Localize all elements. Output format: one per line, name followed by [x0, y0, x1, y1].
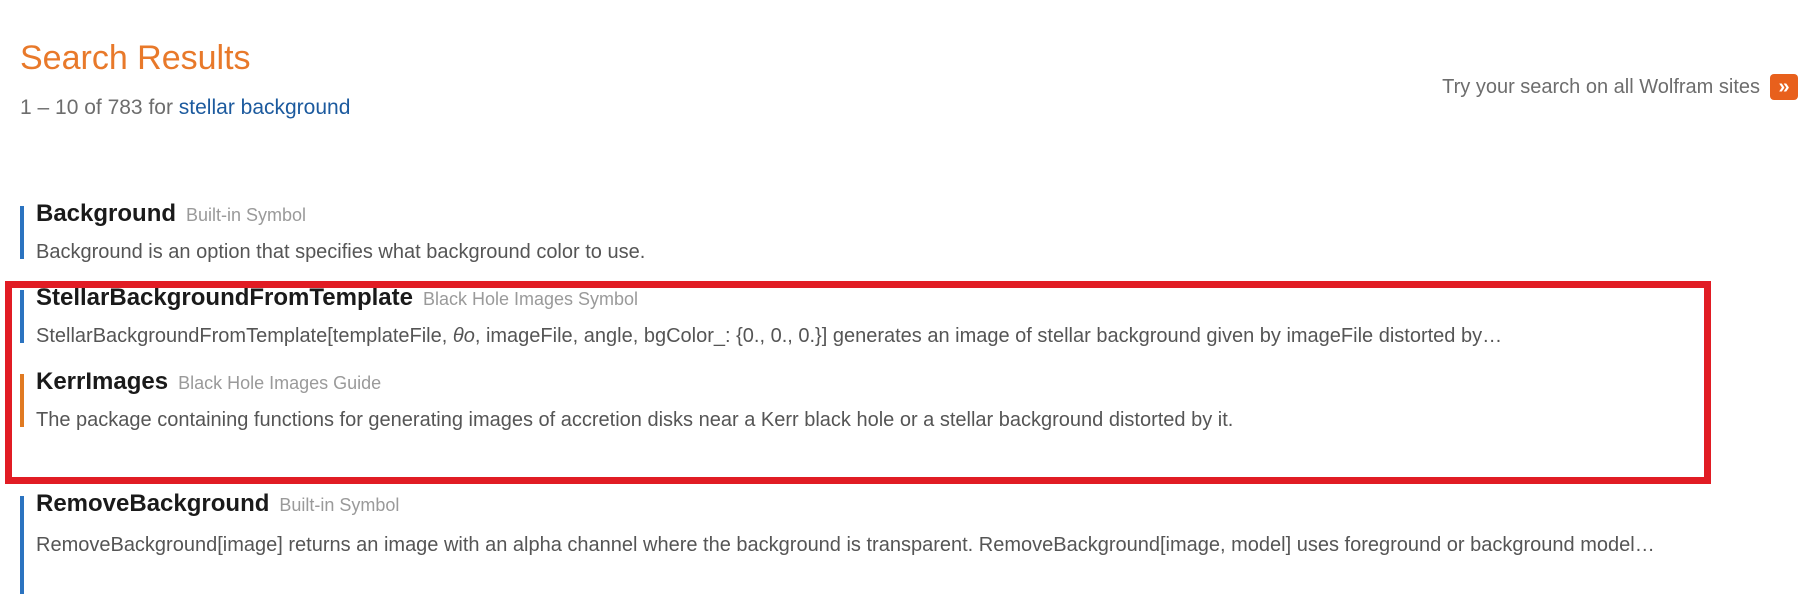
result-title-link[interactable]: Background [36, 200, 176, 229]
search-result-background: Background Built-in Symbol Background is… [20, 200, 1736, 267]
search-result-stellarbackgroundfromtemplate: StellarBackgroundFromTemplate Black Hole… [20, 284, 1736, 351]
result-type-bar [20, 496, 24, 594]
search-all-sites-label[interactable]: Try your search on all Wolfram sites [1442, 76, 1760, 99]
double-chevron-right-icon[interactable]: » [1770, 74, 1798, 100]
result-title-link[interactable]: StellarBackgroundFromTemplate [36, 284, 413, 313]
result-type-bar [20, 206, 24, 259]
result-count: 1 – 10 of 783 for stellar background [20, 95, 350, 120]
search-all-wolfram-sites-link[interactable]: Try your search on all Wolfram sites » [1442, 74, 1798, 100]
result-type-label: Black Hole Images Symbol [422, 289, 639, 309]
search-result-kerrimages: KerrImages Black Hole Images Guide The p… [20, 368, 1736, 435]
result-description: Background is an option that specifies w… [36, 240, 646, 263]
search-query-link[interactable]: stellar background [179, 96, 351, 119]
result-title-line: Background Built-in Symbol [36, 200, 1736, 229]
result-type-label: Built-in Symbol [186, 205, 307, 225]
result-type-label: Black Hole Images Guide [178, 373, 382, 393]
search-result-removebackground: RemoveBackground Built-in Symbol RemoveB… [20, 490, 1756, 594]
result-description-before: StellarBackgroundFromTemplate[templateFi… [36, 324, 453, 347]
result-type-bar [20, 290, 24, 343]
result-description: RemoveBackground[image] returns an image… [36, 533, 1655, 556]
result-title-link[interactable]: RemoveBackground [36, 490, 269, 519]
result-count-prefix: 1 – 10 of 783 for [20, 96, 173, 119]
result-description: StellarBackgroundFromTemplate[templateFi… [36, 321, 1736, 351]
result-title-line: StellarBackgroundFromTemplate Black Hole… [36, 284, 1736, 313]
page-title: Search Results [20, 39, 251, 77]
result-type-bar [20, 374, 24, 427]
result-title-line: KerrImages Black Hole Images Guide [36, 368, 1736, 397]
result-title-line: RemoveBackground Built-in Symbol [36, 490, 1756, 519]
result-description: The package containing functions for gen… [36, 408, 1234, 431]
result-title-link[interactable]: KerrImages [36, 368, 168, 397]
result-description-after: , imageFile, angle, bgColor_: {0., 0., 0… [474, 324, 1503, 347]
result-type-label: Built-in Symbol [279, 495, 400, 515]
result-description-theta: θo [452, 324, 475, 347]
